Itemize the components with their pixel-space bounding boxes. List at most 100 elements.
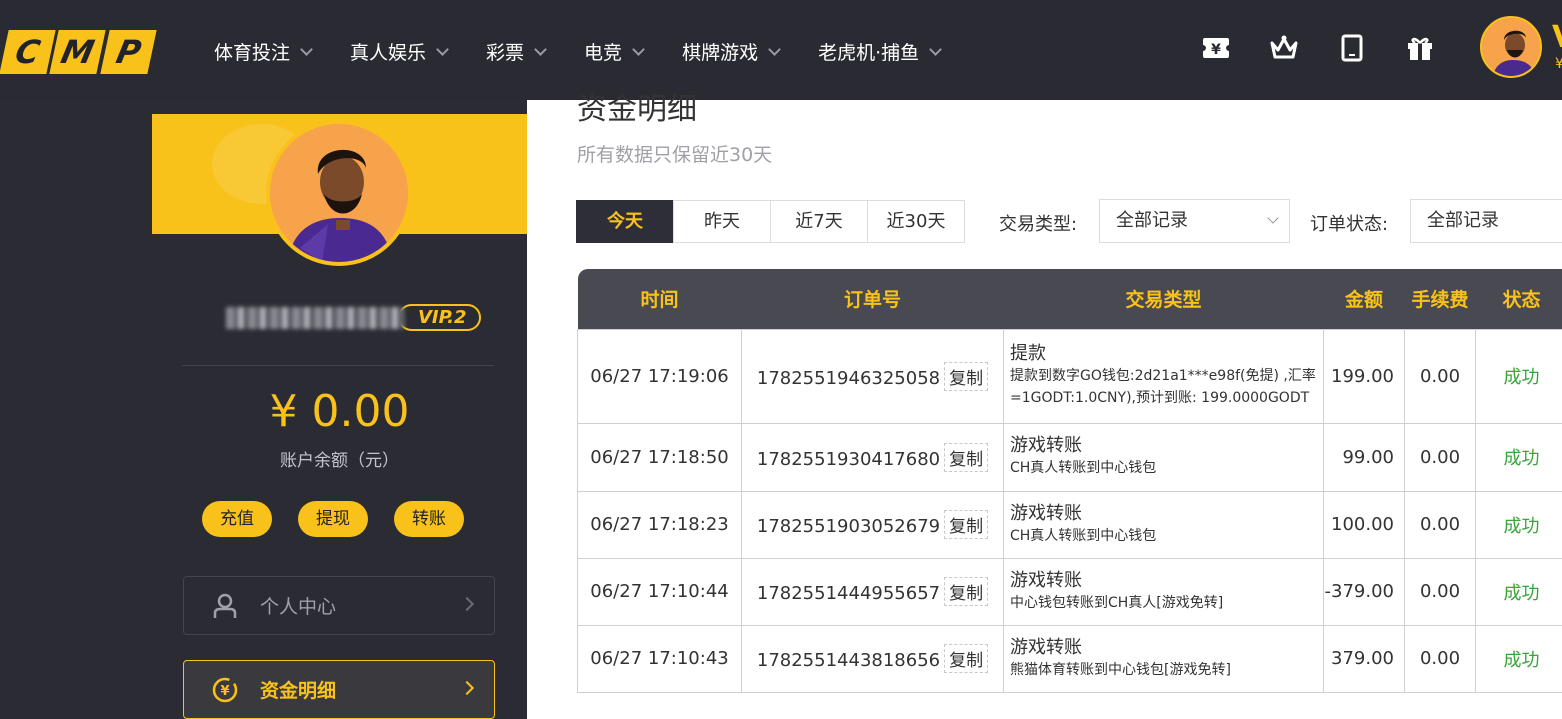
username-redacted [226, 306, 404, 329]
table-row: 06/27 17:18:23 1782551903052679 复制 游戏转账 CH… [577, 490, 1562, 559]
cell-order: 1782551443818656 复制 [741, 624, 1004, 693]
column-header-fee: 手续费 [1411, 289, 1469, 312]
cell-amount: 199.00 [1323, 328, 1405, 424]
logo[interactable]: C M P [0, 30, 157, 74]
order-number: 1782551930417680 [756, 448, 941, 470]
cell-time: 06/27 17:10:43 [577, 624, 742, 693]
chevron-down-icon [632, 45, 644, 57]
table-row: 06/27 17:19:06 1782551946325058 复制 提款提款到数… [577, 328, 1562, 424]
logo-letter: M [49, 30, 107, 74]
chevron-down-icon [1267, 212, 1279, 224]
cell-time: 06/27 17:19:06 [577, 328, 742, 424]
top-nav-bar: C M P 体育投注 真人娱乐 彩票 电竞 棋牌游戏 老虎机·捕鱼 ¥ V ¥ [0, 0, 1562, 100]
gift-icon[interactable] [1404, 32, 1436, 64]
tab-last-7-days[interactable]: 近7天 [770, 200, 868, 243]
nav-sports[interactable]: 体育投注 [214, 36, 312, 66]
copy-button[interactable]: 复制 [944, 577, 989, 606]
yen-ticket-icon[interactable]: ¥ [1200, 32, 1232, 64]
chevron-down-icon [300, 45, 312, 57]
account-balance: ¥ 0.00 [269, 386, 410, 437]
chevron-down-icon [768, 45, 780, 57]
logo-letter: P [99, 30, 157, 74]
header-currency-mark: ¥ [1555, 56, 1562, 72]
cell-fee: 0.00 [1404, 624, 1476, 693]
tab-last-30-days[interactable]: 近30天 [867, 200, 965, 243]
transaction-type-label: 交易类型: [999, 214, 1078, 235]
status-success: 成功 [1503, 367, 1540, 388]
deposit-button[interactable]: 充值 [202, 501, 272, 537]
chevron-right-icon [459, 596, 475, 612]
type-main: 提款 [1010, 343, 1046, 364]
type-detail: 提款到数字GO钱包:2d21a1***e98f(免提) ,汇率=1GODT:1.… [1010, 368, 1316, 406]
cell-order: 1782551444955657 复制 [741, 557, 1004, 626]
header-icons: ¥ [1200, 32, 1436, 64]
cell-amount: 379.00 [1323, 624, 1405, 693]
cell-fee: 0.00 [1404, 422, 1476, 492]
status-success: 成功 [1503, 582, 1540, 604]
account-sidebar: VIP.2 ¥ 0.00 账户余额（元） 充值 提现 转账 个人中心 ¥ 资金明… [152, 114, 527, 719]
order-number: 1782551444955657 [756, 583, 941, 604]
main-nav: 体育投注 真人娱乐 彩票 电竞 棋牌游戏 老虎机·捕鱼 [214, 36, 979, 66]
column-header-order-no: 订单号 [843, 289, 901, 312]
type-detail: CH真人转账到中心钱包 [1010, 527, 1157, 544]
order-number: 1782551903052679 [756, 516, 941, 537]
nav-lottery[interactable]: 彩票 [486, 36, 546, 66]
balance-label: 账户余额（元） [280, 451, 399, 471]
cell-time: 06/27 17:18:50 [577, 422, 742, 492]
copy-button[interactable]: 复制 [944, 644, 989, 673]
cell-amount: -379.00 [1323, 557, 1405, 626]
table-row: 06/27 17:10:43 1782551443818656 复制 游戏转账 熊猫… [577, 624, 1562, 693]
wallet-actions: 充值 提现 转账 [202, 501, 464, 537]
order-number: 1782551443818656 [756, 650, 941, 671]
status-success: 成功 [1503, 515, 1540, 537]
sidebar-item-personal-center[interactable]: 个人中心 [183, 576, 495, 635]
cell-amount: 100.00 [1323, 490, 1405, 559]
page-subtitle: 所有数据只保留近30天 [577, 144, 773, 166]
cell-order: 1782551903052679 复制 [741, 490, 1004, 559]
tab-today[interactable]: 今天 [576, 200, 674, 243]
sidebar-item-label: 资金明细 [260, 680, 337, 702]
chevron-down-icon [929, 45, 941, 57]
crown-icon[interactable] [1268, 32, 1300, 64]
cell-fee: 0.00 [1404, 557, 1476, 626]
chevron-down-icon [534, 45, 546, 57]
vip-level-badge: VIP.2 [398, 304, 481, 331]
svg-text:¥: ¥ [1211, 42, 1221, 58]
cell-order: 1782551930417680 复制 [741, 422, 1004, 492]
order-number: 1782551946325058 [756, 367, 941, 389]
order-status-label: 订单状态: [1310, 214, 1389, 235]
transactions-table: 时间 订单号 交易类型 金额 手续费 状态 06/27 17:19:06 178… [577, 269, 1562, 693]
copy-button[interactable]: 复制 [944, 442, 989, 472]
cell-status: 成功 [1475, 328, 1562, 424]
column-header-amount: 金额 [1344, 289, 1383, 312]
column-header-time: 时间 [640, 289, 679, 312]
type-main: 游戏转账 [1010, 636, 1082, 658]
type-detail: 中心钱包转账到CH真人[游戏免转] [1010, 594, 1224, 611]
transaction-type-select[interactable]: 全部记录 [1099, 199, 1290, 243]
svg-text:¥: ¥ [220, 684, 229, 699]
transfer-button[interactable]: 转账 [394, 501, 464, 537]
nav-live-casino[interactable]: 真人娱乐 [350, 36, 448, 66]
cell-type: 游戏转账中心钱包转账到CH真人[游戏免转] [1003, 557, 1324, 626]
column-header-status: 状态 [1502, 289, 1541, 312]
cell-order: 1782551946325058 复制 [741, 328, 1004, 424]
nav-slots-fishing[interactable]: 老虎机·捕鱼 [818, 36, 941, 66]
nav-esports[interactable]: 电竞 [584, 36, 644, 66]
profile-avatar[interactable] [266, 120, 412, 266]
nav-card-games[interactable]: 棋牌游戏 [682, 36, 780, 66]
tab-yesterday[interactable]: 昨天 [673, 200, 771, 243]
withdraw-button[interactable]: 提现 [298, 501, 368, 537]
transaction-type-value: 全部记录 [1116, 210, 1188, 231]
order-status-select[interactable]: 全部记录 [1410, 199, 1562, 243]
tablet-icon[interactable] [1336, 32, 1368, 64]
copy-button[interactable]: 复制 [944, 510, 989, 539]
cell-status: 成功 [1475, 557, 1562, 626]
cell-amount: 99.00 [1323, 422, 1405, 492]
divider [182, 365, 494, 366]
type-main: 游戏转账 [1010, 569, 1082, 591]
sidebar-item-fund-details[interactable]: ¥ 资金明细 [183, 660, 495, 719]
yen-coin-icon: ¥ [212, 677, 238, 703]
header-avatar[interactable] [1480, 16, 1542, 78]
cell-type: 游戏转账 CH真人转账到中心钱包 [1003, 422, 1324, 492]
copy-button[interactable]: 复制 [944, 361, 989, 391]
